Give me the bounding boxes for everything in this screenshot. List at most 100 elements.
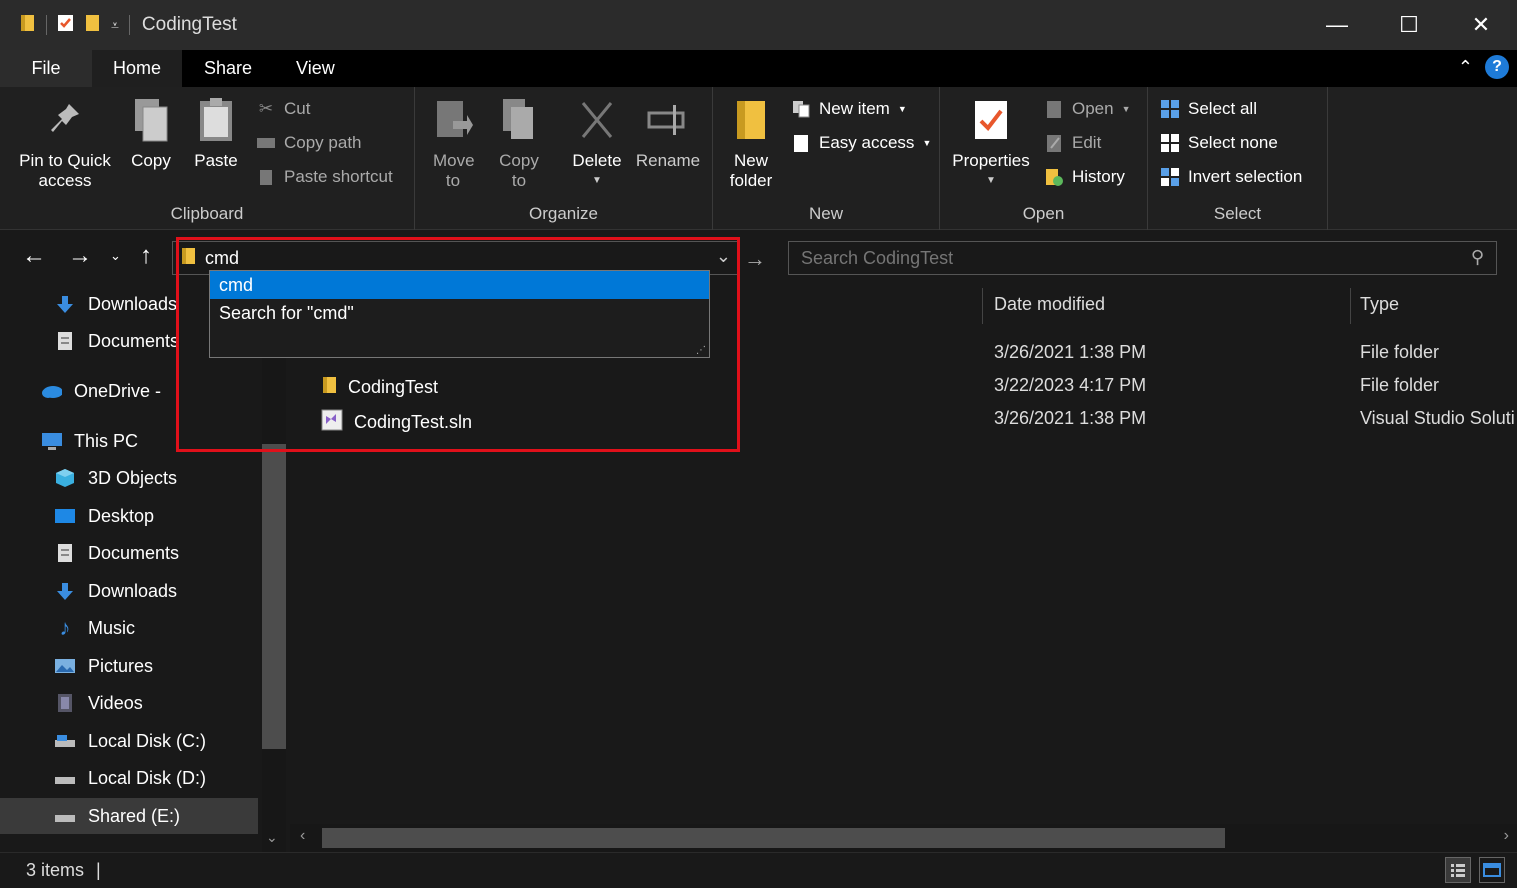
sidebar-item-music[interactable]: ♪ Music bbox=[0, 610, 258, 646]
forward-arrow-icon[interactable]: → bbox=[68, 242, 92, 270]
sidebar-item-3d-objects[interactable]: 3D Objects bbox=[0, 460, 258, 496]
file-type: Visual Studio Soluti bbox=[1360, 408, 1515, 428]
file-date: 3/26/2021 1:38 PM bbox=[994, 408, 1147, 428]
copy-path-label: Copy path bbox=[284, 133, 362, 152]
easy-access-button[interactable]: Easy access ▼ bbox=[791, 133, 931, 153]
invert-selection-label: Invert selection bbox=[1188, 167, 1303, 186]
sidebar-item-pictures[interactable]: Pictures bbox=[0, 648, 258, 684]
sidebar-item-local-disk-d[interactable]: Local Disk (D:) bbox=[0, 760, 258, 796]
details-view-icon[interactable] bbox=[1445, 857, 1471, 883]
paste-shortcut-label: Paste shortcut bbox=[284, 167, 393, 186]
horizontal-scrollbar[interactable]: ‹ › bbox=[290, 824, 1517, 852]
chevron-right-icon[interactable]: › bbox=[1504, 827, 1509, 845]
select-all-label: Select all bbox=[1188, 99, 1257, 118]
clipboard-group: Pin to Quick access Copy Paste ✂ Cut Cop… bbox=[0, 87, 415, 230]
status-separator: | bbox=[96, 860, 101, 880]
sidebar-item-videos[interactable]: Videos bbox=[0, 685, 258, 721]
cut-button[interactable]: ✂ Cut bbox=[256, 99, 311, 119]
sidebar-item-documents[interactable]: Documents bbox=[0, 535, 258, 571]
collapse-ribbon-icon[interactable]: ⌃ bbox=[1458, 57, 1473, 78]
history-button[interactable]: History bbox=[1044, 167, 1125, 187]
column-header-type[interactable]: Type bbox=[1360, 294, 1399, 315]
tab-file[interactable]: File bbox=[0, 50, 92, 87]
close-button[interactable]: ✕ bbox=[1445, 0, 1517, 50]
scrollbar-thumb[interactable] bbox=[262, 444, 286, 749]
sidebar-item-label: This PC bbox=[74, 430, 139, 451]
large-icons-view-icon[interactable] bbox=[1479, 857, 1505, 883]
paste-button[interactable]: Paste bbox=[188, 95, 244, 171]
table-row[interactable]: CodingTest.sln 3/26/2021 1:38 PM Visual … bbox=[290, 402, 1517, 435]
table-row[interactable]: CodingTest 3/22/2023 4:17 PM File folder bbox=[290, 369, 1517, 402]
select-all-button[interactable]: Select all bbox=[1160, 99, 1257, 119]
minimize-button[interactable]: — bbox=[1301, 0, 1373, 50]
copy-path-button[interactable]: Copy path bbox=[256, 133, 362, 153]
edit-button[interactable]: Edit bbox=[1044, 133, 1101, 153]
file-name: CodingTest.sln bbox=[354, 412, 473, 432]
scrollbar-thumb[interactable] bbox=[322, 828, 1225, 848]
sidebar-item-downloads[interactable]: Downloads bbox=[0, 573, 258, 609]
sidebar-item-label: Documents bbox=[88, 330, 180, 351]
go-arrow-icon[interactable]: → bbox=[744, 246, 766, 272]
help-icon[interactable]: ? bbox=[1485, 55, 1509, 79]
select-none-button[interactable]: Select none bbox=[1160, 133, 1278, 153]
copy-to-label: Copy to bbox=[499, 151, 539, 190]
properties-label: Properties bbox=[952, 151, 1030, 170]
sidebar-item-this-pc[interactable]: This PC bbox=[0, 423, 258, 459]
copy-to-button[interactable]: Copy to bbox=[491, 95, 547, 191]
delete-button[interactable]: Delete ▼ bbox=[565, 95, 629, 191]
move-to-button[interactable]: Move to bbox=[425, 95, 481, 191]
resize-grip-icon[interactable]: ⋰ bbox=[696, 345, 706, 356]
chevron-down-icon[interactable]: ⌄ bbox=[716, 246, 731, 267]
properties-button[interactable]: Properties ▼ bbox=[946, 95, 1036, 191]
cut-label: Cut bbox=[284, 99, 311, 118]
column-header-date-modified[interactable]: Date modified bbox=[994, 294, 1105, 315]
new-folder-icon bbox=[728, 95, 774, 145]
sidebar-scrollbar[interactable]: ⌄ bbox=[262, 284, 286, 852]
new-item-button[interactable]: New item ▼ bbox=[791, 99, 907, 119]
file-type: File folder bbox=[1360, 342, 1440, 362]
sidebar-item-label: 3D Objects bbox=[88, 467, 178, 488]
maximize-button[interactable]: ☐ bbox=[1373, 0, 1445, 50]
sidebar-item-local-disk-c[interactable]: Local Disk (C:) bbox=[0, 723, 258, 759]
pin-to-quick-access-button[interactable]: Pin to Quick access bbox=[12, 95, 118, 191]
customize-toolbar-icon[interactable]: ⩡ bbox=[111, 17, 119, 34]
open-group-label: Open bbox=[1022, 204, 1065, 223]
ribbon: Pin to Quick access Copy Paste ✂ Cut Cop… bbox=[0, 87, 1517, 230]
new-folder-icon[interactable] bbox=[85, 13, 101, 38]
tab-share[interactable]: Share bbox=[182, 50, 274, 87]
tab-view[interactable]: View bbox=[274, 50, 357, 87]
search-input[interactable] bbox=[789, 247, 1429, 269]
properties-icon bbox=[968, 95, 1014, 145]
window-title: CodingTest bbox=[141, 14, 237, 35]
open-group: Properties ▼ Open ▼ Edit History Open bbox=[940, 87, 1148, 230]
cube-icon bbox=[54, 467, 76, 489]
drive-icon bbox=[54, 730, 76, 752]
history-label: History bbox=[1072, 167, 1125, 186]
chevron-left-icon[interactable]: ‹ bbox=[300, 827, 305, 845]
chevron-down-icon[interactable]: ⌄ bbox=[266, 829, 278, 846]
properties-icon[interactable] bbox=[57, 13, 75, 38]
paste-shortcut-button[interactable]: Paste shortcut bbox=[256, 167, 393, 187]
rename-button[interactable]: Rename bbox=[633, 95, 703, 171]
sidebar-item-desktop[interactable]: Desktop bbox=[0, 498, 258, 534]
file-type: File folder bbox=[1360, 375, 1440, 395]
easy-access-icon bbox=[791, 133, 811, 153]
sidebar-item-label: Shared (E:) bbox=[88, 805, 181, 826]
sidebar-item-label: Local Disk (D:) bbox=[88, 767, 207, 788]
column-separator bbox=[1350, 288, 1351, 324]
new-folder-button[interactable]: New folder bbox=[721, 95, 781, 191]
search-box[interactable]: ⚲ bbox=[788, 241, 1497, 275]
new-group: New folder New item ▼ Easy access ▼ New bbox=[713, 87, 940, 230]
sidebar-item-shared-e[interactable]: Shared (E:) bbox=[0, 798, 258, 834]
invert-selection-button[interactable]: Invert selection bbox=[1160, 167, 1302, 187]
address-input[interactable]: cmd bbox=[205, 248, 239, 269]
recent-locations-chevron-icon[interactable]: ⌄ bbox=[110, 248, 121, 264]
back-arrow-icon[interactable]: ← bbox=[22, 242, 46, 270]
tab-home[interactable]: Home bbox=[92, 50, 182, 87]
up-arrow-icon[interactable]: ↑ bbox=[140, 242, 152, 270]
sidebar-item-onedrive[interactable]: OneDrive - bbox=[0, 373, 258, 409]
open-button[interactable]: Open ▼ bbox=[1044, 99, 1131, 119]
autocomplete-suggestion[interactable]: cmd bbox=[210, 271, 709, 299]
autocomplete-search-suggestion[interactable]: Search for "cmd" bbox=[210, 299, 709, 327]
copy-button[interactable]: Copy bbox=[124, 95, 178, 171]
